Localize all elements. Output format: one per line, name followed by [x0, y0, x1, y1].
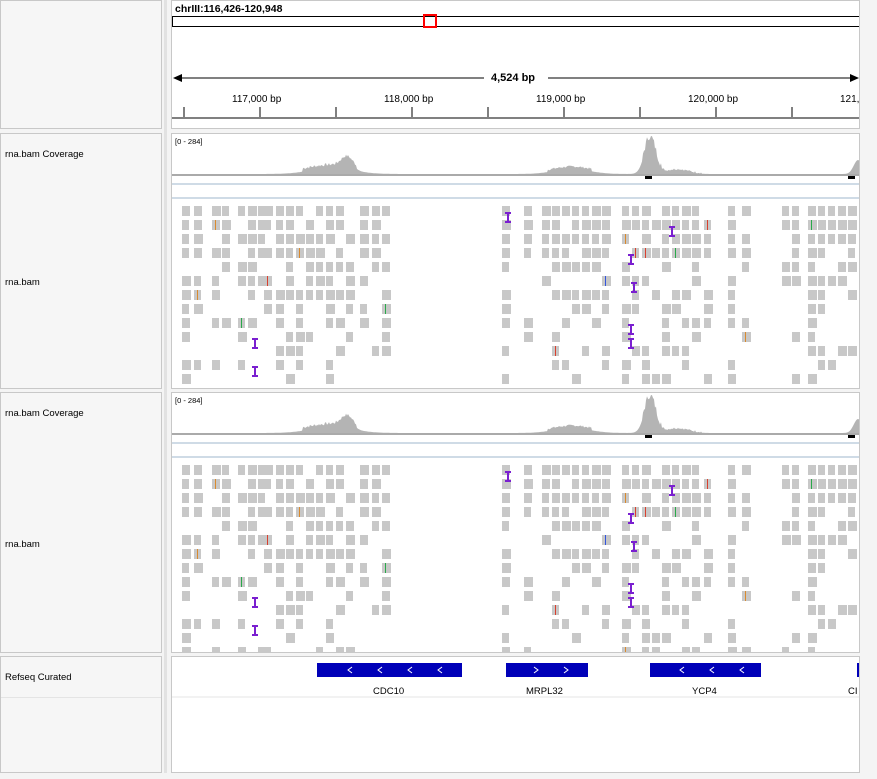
ruler-ticks — [172, 107, 859, 119]
coverage-and-reads[interactable] — [172, 134, 860, 389]
gene-mrpl32[interactable] — [506, 663, 588, 677]
coverage-track-label[interactable]: rna.bam Coverage — [5, 408, 84, 419]
ruler-tick-label: 121, — [840, 94, 860, 105]
gene-label: MRPL32 — [526, 686, 563, 697]
alignment-panel-1[interactable]: [0 - 284] — [171, 133, 860, 389]
refseq-track-label[interactable]: Refseq Curated — [5, 672, 72, 683]
ruler-panel[interactable]: chrIII:116,426-120,948 4,524 bp 117,000 … — [171, 0, 860, 129]
panel-divider[interactable] — [164, 0, 167, 773]
gene-label: YCP4 — [692, 686, 717, 697]
ruler-tick-label: 117,000 bp — [232, 94, 282, 105]
gene-label: CDC10 — [373, 686, 405, 697]
ruler-tick-label: 120,000 bp — [688, 94, 739, 105]
ruler-tick-label: 119,000 bp — [536, 94, 586, 105]
alignment-panel-2[interactable]: [0 - 284] — [171, 392, 860, 653]
track-divider — [1, 697, 161, 698]
alignment-track-label[interactable]: rna.bam — [5, 277, 40, 288]
gene-ci[interactable] — [857, 663, 860, 677]
gene-label: CI — [848, 686, 858, 697]
panel1-name-panel: rna.bam Coverage rna.bam — [0, 133, 162, 389]
gene-ycp4[interactable] — [650, 663, 761, 677]
ruler-tick-label: 118,000 bp — [384, 94, 434, 105]
refseq-genes[interactable] — [172, 657, 860, 773]
coverage-and-reads[interactable] — [172, 393, 860, 653]
feature-panel[interactable]: CDC10 MRPL32 YCP4 CI — [171, 656, 860, 773]
feature-name-panel: Refseq Curated — [0, 656, 162, 773]
coverage-track-label[interactable]: rna.bam Coverage — [5, 149, 84, 160]
gene-cdc10[interactable] — [317, 663, 462, 677]
ruler-name-panel — [0, 0, 162, 129]
panel2-name-panel: rna.bam Coverage rna.bam — [0, 392, 162, 653]
alignment-track-label[interactable]: rna.bam — [5, 539, 40, 550]
